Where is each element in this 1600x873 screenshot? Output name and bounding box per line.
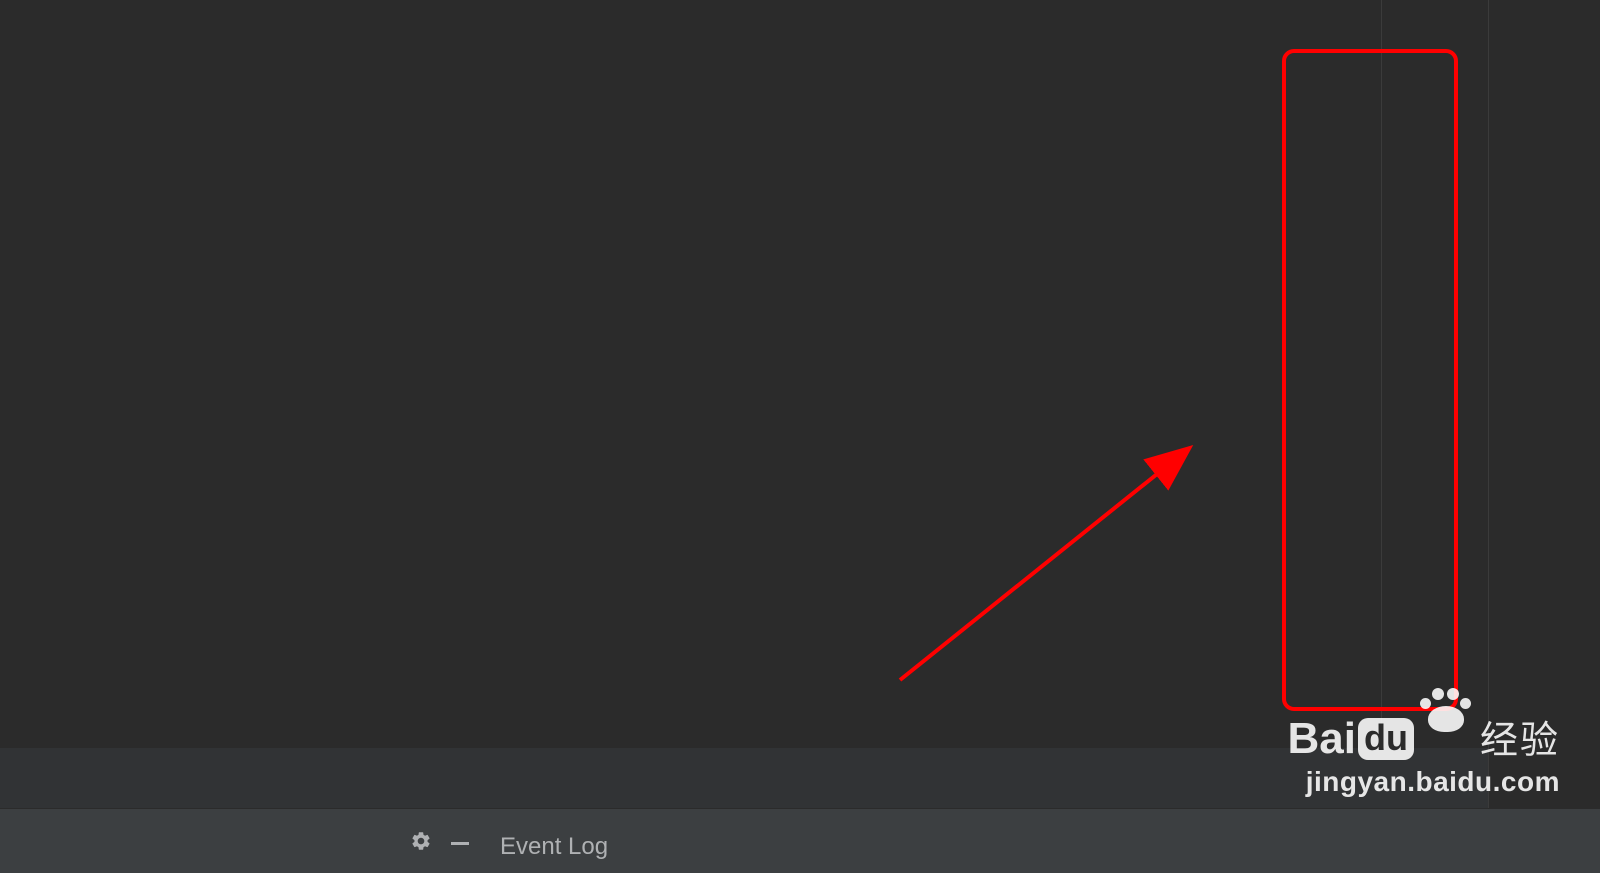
bottom-panel-area: [0, 748, 1488, 808]
editor-right-gutter[interactable]: [1488, 0, 1600, 748]
editor-main-area: [0, 0, 1488, 748]
settings-gear-icon[interactable]: [410, 830, 432, 852]
status-bar: Event Log: [0, 808, 1600, 873]
minimize-icon[interactable]: [450, 833, 470, 853]
gutter-divider: [1488, 0, 1489, 808]
gutter-divider: [1381, 0, 1382, 808]
event-log-button[interactable]: Event Log: [500, 833, 608, 861]
